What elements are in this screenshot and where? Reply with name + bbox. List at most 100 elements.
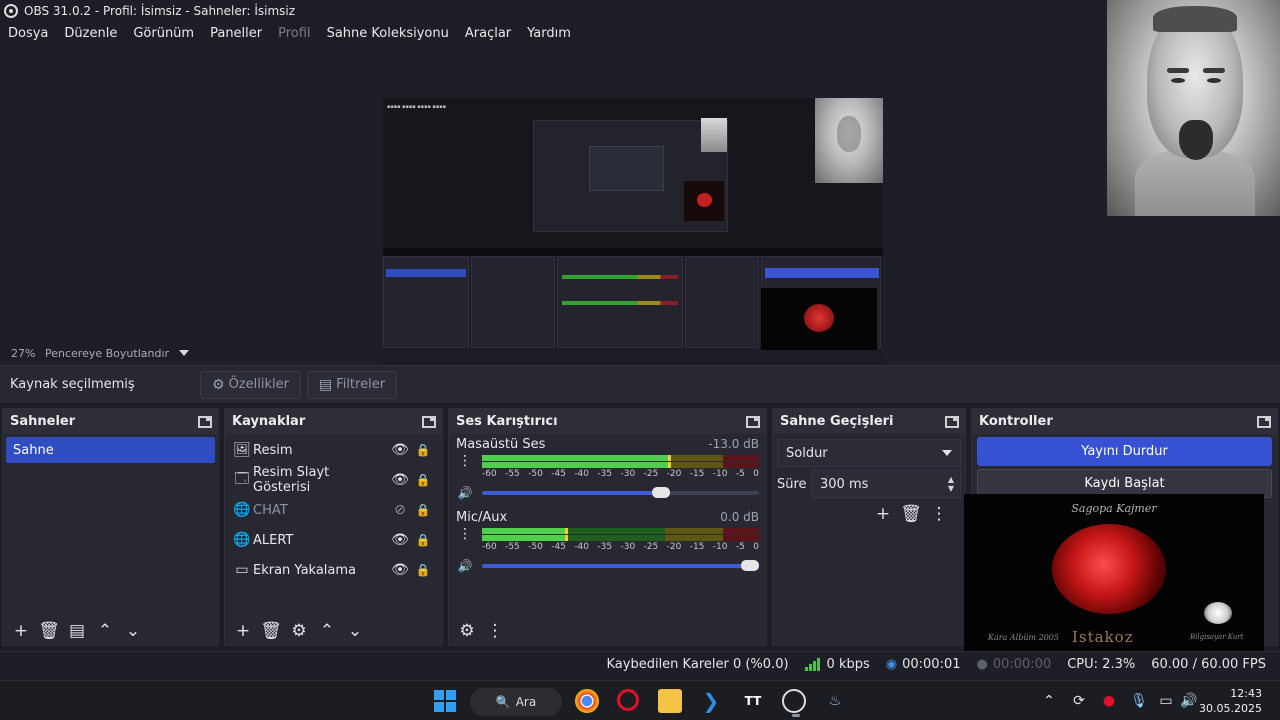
add-scene-button[interactable]: + — [7, 619, 35, 643]
microphone-icon[interactable]: 🎙 — [1124, 693, 1154, 709]
menu-yardim[interactable]: Yardım — [527, 26, 571, 41]
undock-icon[interactable] — [746, 415, 760, 428]
more-icon[interactable]: ⋮ — [925, 502, 953, 526]
tiktok-studio-icon[interactable]: TT — [741, 689, 765, 713]
duration-input[interactable]: 300 ms ▲ ▼ — [811, 470, 961, 498]
list-item[interactable]: 🌐 CHAT ⊘ 🔒 — [225, 495, 442, 525]
lock-icon[interactable]: 🔒 — [412, 533, 434, 547]
volume-slider[interactable] — [482, 560, 759, 571]
spinner-icon[interactable]: ▲ ▼ — [948, 475, 954, 493]
file-explorer-icon[interactable] — [658, 689, 682, 713]
opera-icon[interactable] — [617, 689, 639, 711]
lock-icon[interactable]: 🔒 — [412, 563, 434, 577]
meter-tick-label: -55 — [505, 469, 520, 479]
taskbar: 🔍 Ara ❯ TT ♨ ⌃ ⟳ ● 🎙 ▭ 🔊 12:43 30.05.202… — [0, 680, 1280, 720]
menu-sahne-koleksiyonu[interactable]: Sahne Koleksiyonu — [327, 26, 449, 41]
menu-gorunum[interactable]: Görünüm — [133, 26, 194, 41]
chevron-down-icon[interactable] — [179, 350, 190, 356]
eye-icon[interactable]: 👁 — [388, 472, 412, 488]
steam-icon[interactable]: ♨ — [823, 689, 847, 713]
move-up-icon[interactable]: ⌃ — [91, 619, 119, 643]
filter-icon: ▤ — [318, 376, 333, 393]
meter-tick-label: -25 — [643, 542, 659, 552]
list-item[interactable]: ▭ Ekran Yakalama 👁 🔒 — [225, 555, 442, 585]
clock[interactable]: 12:43 30.05.2025 — [1199, 686, 1262, 716]
system-tray: ⌃ ⟳ ● 🎙 ▭ 🔊 — [1034, 681, 1200, 720]
preview-canvas[interactable]: ▪▪▪▪ ▪▪▪▪ ▪▪▪▪ ▪▪▪▪ — [383, 98, 883, 379]
window-title: OBS 31.0.2 - Profil: İsimsiz - Sahneler:… — [24, 4, 296, 18]
overlay-artist: Sagopa Kajmer — [1071, 502, 1157, 515]
list-item[interactable]: 🖼 Resim 👁 🔒 — [225, 435, 442, 465]
undock-icon[interactable] — [1257, 415, 1271, 428]
undock-icon[interactable] — [422, 415, 436, 428]
speaker-icon[interactable]: 🔊 — [456, 486, 474, 500]
meter-tick-label: 0 — [753, 469, 759, 479]
undock-icon[interactable] — [945, 415, 959, 428]
move-up-icon[interactable]: ⌃ — [313, 619, 341, 643]
obs-logo-icon — [4, 4, 18, 18]
menu-profil[interactable]: Profil — [278, 26, 310, 41]
menu-duzenle[interactable]: Düzenle — [64, 26, 117, 41]
volume-icon[interactable]: 🔊 — [1178, 693, 1200, 709]
add-source-button[interactable]: + — [229, 619, 257, 643]
eye-icon[interactable]: 👁 — [388, 532, 412, 548]
gear-icon[interactable]: ⚙ — [285, 619, 313, 643]
volume-slider-knob[interactable] — [652, 487, 671, 498]
face-overlay-image — [1107, 0, 1280, 216]
eye-hidden-icon[interactable]: ⊘ — [388, 502, 412, 518]
duration-row: Süre 300 ms ▲ ▼ — [777, 470, 961, 498]
lock-icon[interactable]: 🔒 — [412, 503, 434, 517]
more-icon[interactable]: ⋮ — [456, 454, 474, 481]
volume-slider-knob[interactable] — [741, 560, 759, 571]
chevron-up-icon[interactable]: ⌃ — [1034, 693, 1064, 709]
scene-filters-icon[interactable]: ▤ — [63, 619, 91, 643]
transitions-title: Sahne Geçişleri — [780, 414, 894, 429]
add-transition-button[interactable]: + — [869, 502, 897, 526]
obs-taskbar-icon[interactable] — [782, 689, 806, 717]
network-icon[interactable]: ▭ — [1154, 693, 1178, 709]
lobster-overlay-image: Sagopa Kajmer Kara Albüm 2005 Istakoz Bi… — [964, 494, 1264, 662]
meter-tick-label: -60 — [482, 542, 497, 552]
scene-item[interactable]: Sahne — [6, 437, 215, 463]
overlay-right-text: Bilgisayar Kurt — [1190, 633, 1244, 641]
menu-dosya[interactable]: Dosya — [8, 26, 48, 41]
volume-slider[interactable] — [482, 487, 759, 498]
move-down-icon[interactable]: ⌄ — [119, 619, 147, 643]
controls-title: Kontroller — [979, 414, 1053, 429]
list-item[interactable]: 🗔 Resim Slayt Gösterisi 👁 🔒 — [225, 465, 442, 495]
fit-to-window-button[interactable]: Pencereye Boyutlandır — [45, 347, 169, 360]
more-icon[interactable]: ⋮ — [481, 619, 509, 643]
filters-button[interactable]: ▤ Filtreler — [306, 370, 398, 399]
meter-tick-label: -60 — [482, 469, 497, 479]
more-icon[interactable]: ⋮ — [456, 527, 474, 554]
vscode-icon[interactable]: ❯ — [699, 689, 723, 713]
record-tray-icon[interactable]: ● — [1094, 693, 1124, 709]
eye-icon[interactable]: 👁 — [388, 442, 412, 458]
list-item[interactable]: 🌐 ALERT 👁 🔒 — [225, 525, 442, 555]
chrome-icon[interactable] — [575, 689, 599, 713]
sync-icon[interactable]: ⟳ — [1064, 693, 1094, 709]
lock-icon[interactable]: 🔒 — [412, 443, 434, 457]
properties-button[interactable]: ⚙ Özellikler — [200, 370, 301, 399]
context-bar: Kaynak seçilmemiş ⚙ Özellikler ▤ Filtrel… — [0, 365, 1280, 403]
advanced-audio-icon[interactable]: ⚙ — [453, 619, 481, 643]
eye-icon[interactable]: 👁 — [388, 562, 412, 578]
undock-icon[interactable] — [198, 415, 212, 428]
transition-select[interactable]: Soldur — [777, 439, 961, 467]
windows-start-icon[interactable] — [433, 689, 457, 713]
trash-icon[interactable]: 🗑 — [897, 502, 925, 526]
menu-araclar[interactable]: Araçlar — [465, 26, 511, 41]
taskbar-search[interactable]: 🔍 Ara — [470, 688, 562, 716]
menu-paneller[interactable]: Paneller — [210, 26, 262, 41]
trash-icon[interactable]: 🗑 — [35, 619, 63, 643]
title-bar: OBS 31.0.2 - Profil: İsimsiz - Sahneler:… — [0, 0, 1280, 22]
meter-tick-label: -45 — [551, 542, 566, 552]
stop-stream-button[interactable]: Yayını Durdur — [977, 437, 1272, 466]
meter-tick-label: -30 — [620, 542, 636, 552]
lock-icon[interactable]: 🔒 — [412, 473, 434, 487]
move-down-icon[interactable]: ⌄ — [341, 619, 369, 643]
speaker-icon[interactable]: 🔊 — [456, 559, 474, 573]
trash-icon[interactable]: 🗑 — [257, 619, 285, 643]
sources-list: 🖼 Resim 👁 🔒 🗔 Resim Slayt Gösterisi 👁 🔒 … — [225, 434, 442, 585]
sources-toolbar: + 🗑 ⚙ ⌃ ⌄ — [225, 617, 442, 645]
